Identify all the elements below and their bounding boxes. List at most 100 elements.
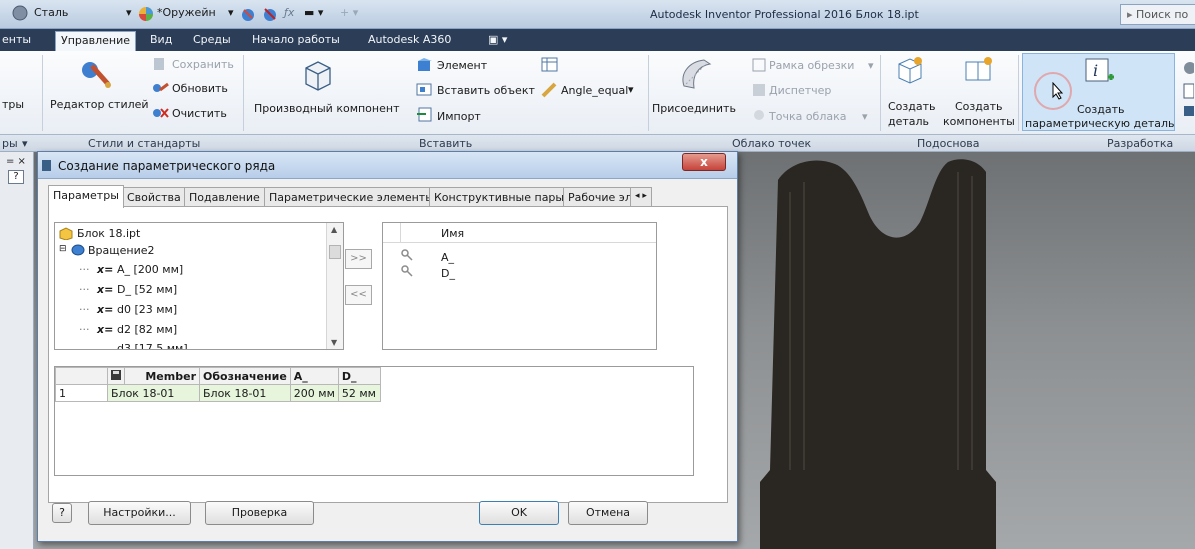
fx-icon[interactable]: ƒx xyxy=(284,6,294,19)
chevron-down-icon[interactable]: ▾ xyxy=(862,110,868,123)
collapse-icon[interactable]: ⊟ xyxy=(59,244,67,254)
create-part-button-l2[interactable]: деталь xyxy=(888,115,929,128)
group-label-base: Подоснова xyxy=(917,137,980,150)
appearance-combo[interactable]: *Оружейн xyxy=(157,6,216,19)
style-editor-button[interactable]: Редактор стилей xyxy=(50,98,149,111)
create-components-button-l1[interactable]: Создать xyxy=(955,100,1003,113)
tab-tools-partial[interactable]: енты xyxy=(2,33,31,46)
tab-work-elements[interactable]: Рабочие эл xyxy=(563,187,637,207)
ok-button[interactable]: OK xyxy=(479,501,559,525)
scroll-thumb[interactable] xyxy=(329,245,341,259)
table-header-a[interactable]: A_ xyxy=(289,367,339,385)
create-param-part-button-l1[interactable]: Создать xyxy=(1077,103,1125,116)
table-cell[interactable]: 200 мм xyxy=(289,384,339,402)
remove-parameter-button[interactable]: << xyxy=(345,285,372,305)
chevron-down-icon[interactable]: ▾ xyxy=(228,6,234,19)
dialog-titlebar[interactable]: Создание параметрического ряда x xyxy=(38,152,737,179)
mouse-cursor-icon xyxy=(1052,81,1064,103)
tab-properties[interactable]: Свойства xyxy=(122,187,186,207)
update-style-button[interactable]: Обновить xyxy=(172,82,228,95)
element-icon xyxy=(416,57,434,76)
dispatcher-button[interactable]: Диспетчер xyxy=(769,84,831,97)
chevron-down-icon[interactable]: ▾ xyxy=(628,83,634,96)
clear-appearance-icon[interactable] xyxy=(262,6,278,25)
cancel-button[interactable]: Отмена xyxy=(568,501,648,525)
crop-frame-button[interactable]: Рамка обрезки xyxy=(769,59,854,72)
plus-icon[interactable]: + ▾ xyxy=(340,6,358,19)
scroll-up-icon[interactable]: ▲ xyxy=(331,225,337,234)
tab-manage[interactable]: Управление xyxy=(55,31,137,51)
tab-environments[interactable]: Среды xyxy=(193,33,231,46)
app-menu-icon[interactable] xyxy=(12,5,28,24)
tab-a360[interactable]: Autodesk A360 xyxy=(368,33,451,46)
check-button[interactable]: Проверка xyxy=(205,501,314,525)
color-wheel-icon xyxy=(138,6,154,25)
table-cell[interactable]: 52 мм xyxy=(337,384,381,402)
cloud-point-icon xyxy=(752,108,766,125)
ribbon-separator xyxy=(1018,55,1019,131)
save-style-button[interactable]: Сохранить xyxy=(172,58,234,71)
insert-object-icon xyxy=(416,81,434,100)
table-cell[interactable]: Блок 18-01 xyxy=(107,384,200,402)
parameter-tree[interactable]: Блок 18.ipt ⊟ Вращение2 ··· x= A_ [200 м… xyxy=(54,222,344,350)
create-param-part-button-l2[interactable]: параметрическую деталь xyxy=(1025,117,1175,130)
close-icon[interactable]: = × xyxy=(6,156,26,167)
cloud-point-button[interactable]: Точка облака xyxy=(769,110,847,123)
derived-component-button[interactable]: Производный компонент xyxy=(254,102,399,115)
angle-equal-dropdown[interactable]: Angle_equal xyxy=(561,84,628,97)
scroll-down-icon[interactable]: ▼ xyxy=(331,338,337,347)
member-table-area[interactable]: Member Обозначение A_ D_ 1 Блок 18-01 Бл… xyxy=(54,366,694,476)
tree-param-d[interactable]: D_ [52 мм] xyxy=(117,283,177,296)
revolve-icon xyxy=(71,243,85,259)
tree-root[interactable]: Блок 18.ipt xyxy=(77,227,140,240)
create-part-button-l1[interactable]: Создать xyxy=(888,100,936,113)
table-cell[interactable]: 1 xyxy=(55,384,108,402)
chevron-down-icon[interactable]: ▾ xyxy=(126,6,132,19)
tree-node-revolve[interactable]: Вращение2 xyxy=(88,244,155,257)
help-icon[interactable]: ? xyxy=(8,170,24,184)
help-button[interactable]: ? xyxy=(52,503,72,523)
list-item[interactable]: A_ xyxy=(441,251,454,264)
tab-constraint-pairs[interactable]: Конструктивные пары xyxy=(429,187,570,207)
tree-connector: ··· xyxy=(79,263,90,276)
tab-get-started[interactable]: Начало работы xyxy=(252,33,340,46)
tree-param-d0[interactable]: d0 [23 мм] xyxy=(117,303,177,316)
table-header-designation[interactable]: Обозначение xyxy=(199,367,291,385)
tab-scroll-arrows[interactable]: ◂ ▸ xyxy=(630,187,652,207)
tree-scrollbar[interactable]: ▲ ▼ xyxy=(326,223,343,349)
adjust-icon[interactable] xyxy=(240,6,256,25)
measure-icon[interactable]: ▬ ▾ xyxy=(304,6,323,19)
settings-button[interactable]: Настройки... xyxy=(88,501,191,525)
attach-button[interactable]: Присоединить xyxy=(652,102,736,115)
list-header-name: Имя xyxy=(441,227,465,240)
chevron-down-icon[interactable]: ▾ xyxy=(868,59,874,72)
tab-suppression[interactable]: Подавление xyxy=(184,187,265,207)
table-header-member[interactable]: Member xyxy=(124,367,200,385)
chevron-down-icon[interactable]: ▾ xyxy=(22,137,28,150)
clear-style-button[interactable]: Очистить xyxy=(172,107,227,120)
group-label-point-cloud: Облако точек xyxy=(732,137,812,150)
list-item[interactable]: D_ xyxy=(441,267,455,280)
table-cell[interactable]: Блок 18-01 xyxy=(199,384,291,402)
insert-object-button[interactable]: Вставить объект xyxy=(437,84,535,97)
window-titlebar: Сталь ▾ *Оружейн ▾ ƒx ▬ ▾ + ▾ Autodesk I… xyxy=(0,0,1195,29)
tree-param-d2[interactable]: d2 [82 мм] xyxy=(117,323,177,336)
tab-parameters[interactable]: Параметры xyxy=(48,185,124,208)
help-search-input[interactable]: ▸ Поиск по xyxy=(1120,4,1195,25)
tree-connector: ··· xyxy=(79,303,90,316)
table-row[interactable]: 1 Блок 18-01 Блок 18-01 200 мм 52 мм xyxy=(55,384,381,402)
create-components-button-l2[interactable]: компоненты xyxy=(943,115,1015,128)
add-parameter-button[interactable]: >> xyxy=(345,249,372,269)
element-button[interactable]: Элемент xyxy=(437,59,487,72)
tab-extra-icon[interactable]: ▣ ▾ xyxy=(488,33,507,46)
tree-param-d3-partial[interactable]: d3 [17.5 мм] xyxy=(117,342,188,349)
selected-parameters-list[interactable]: Имя A_ D_ xyxy=(382,222,657,350)
dialog-close-button[interactable]: x xyxy=(682,153,726,171)
tab-param-elements[interactable]: Параметрические элементы xyxy=(264,187,439,207)
table-header-d[interactable]: D_ xyxy=(337,367,381,385)
tree-param-a[interactable]: A_ [200 мм] xyxy=(117,263,183,276)
ribbon-left-partial[interactable]: тры xyxy=(2,98,24,111)
material-combo[interactable]: Сталь xyxy=(34,6,68,19)
tab-view[interactable]: Вид xyxy=(150,33,172,46)
import-button[interactable]: Импорт xyxy=(437,110,481,123)
